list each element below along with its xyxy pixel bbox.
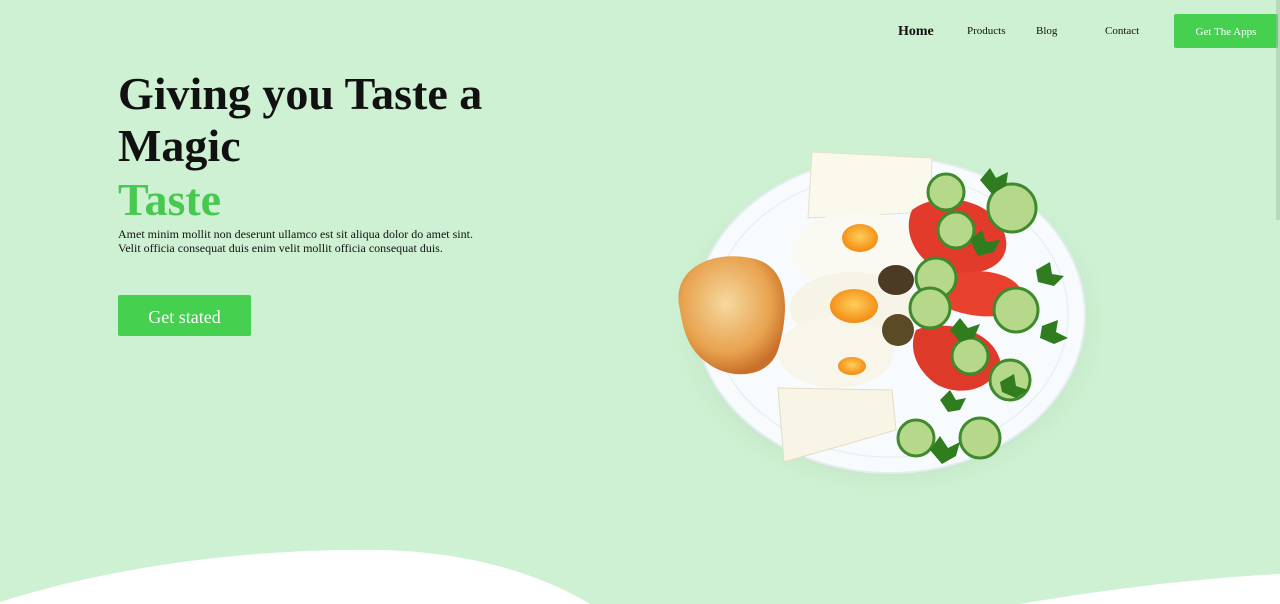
get-the-apps-button[interactable]: Get The Apps xyxy=(1174,14,1278,48)
scrollbar-thumb[interactable] xyxy=(1276,0,1280,220)
nav-products-link[interactable]: Products xyxy=(967,25,1006,37)
hero-title: Giving you Taste a Magic xyxy=(118,68,483,171)
nav-home-link[interactable]: Home xyxy=(898,24,934,40)
get-started-button[interactable]: Get stated xyxy=(118,295,251,336)
top-navigation: Home Products Blog Contact Get The Apps xyxy=(0,0,1280,60)
nav-blog-link[interactable]: Blog xyxy=(1036,25,1057,37)
bottom-wave-decoration xyxy=(0,549,1280,604)
hero-accent-word: Taste xyxy=(118,174,222,225)
hero-description: Amet minim mollit non deserunt ullamco e… xyxy=(118,227,473,255)
nav-contact-link[interactable]: Contact xyxy=(1105,25,1139,37)
hero-dish-image xyxy=(660,145,1100,500)
